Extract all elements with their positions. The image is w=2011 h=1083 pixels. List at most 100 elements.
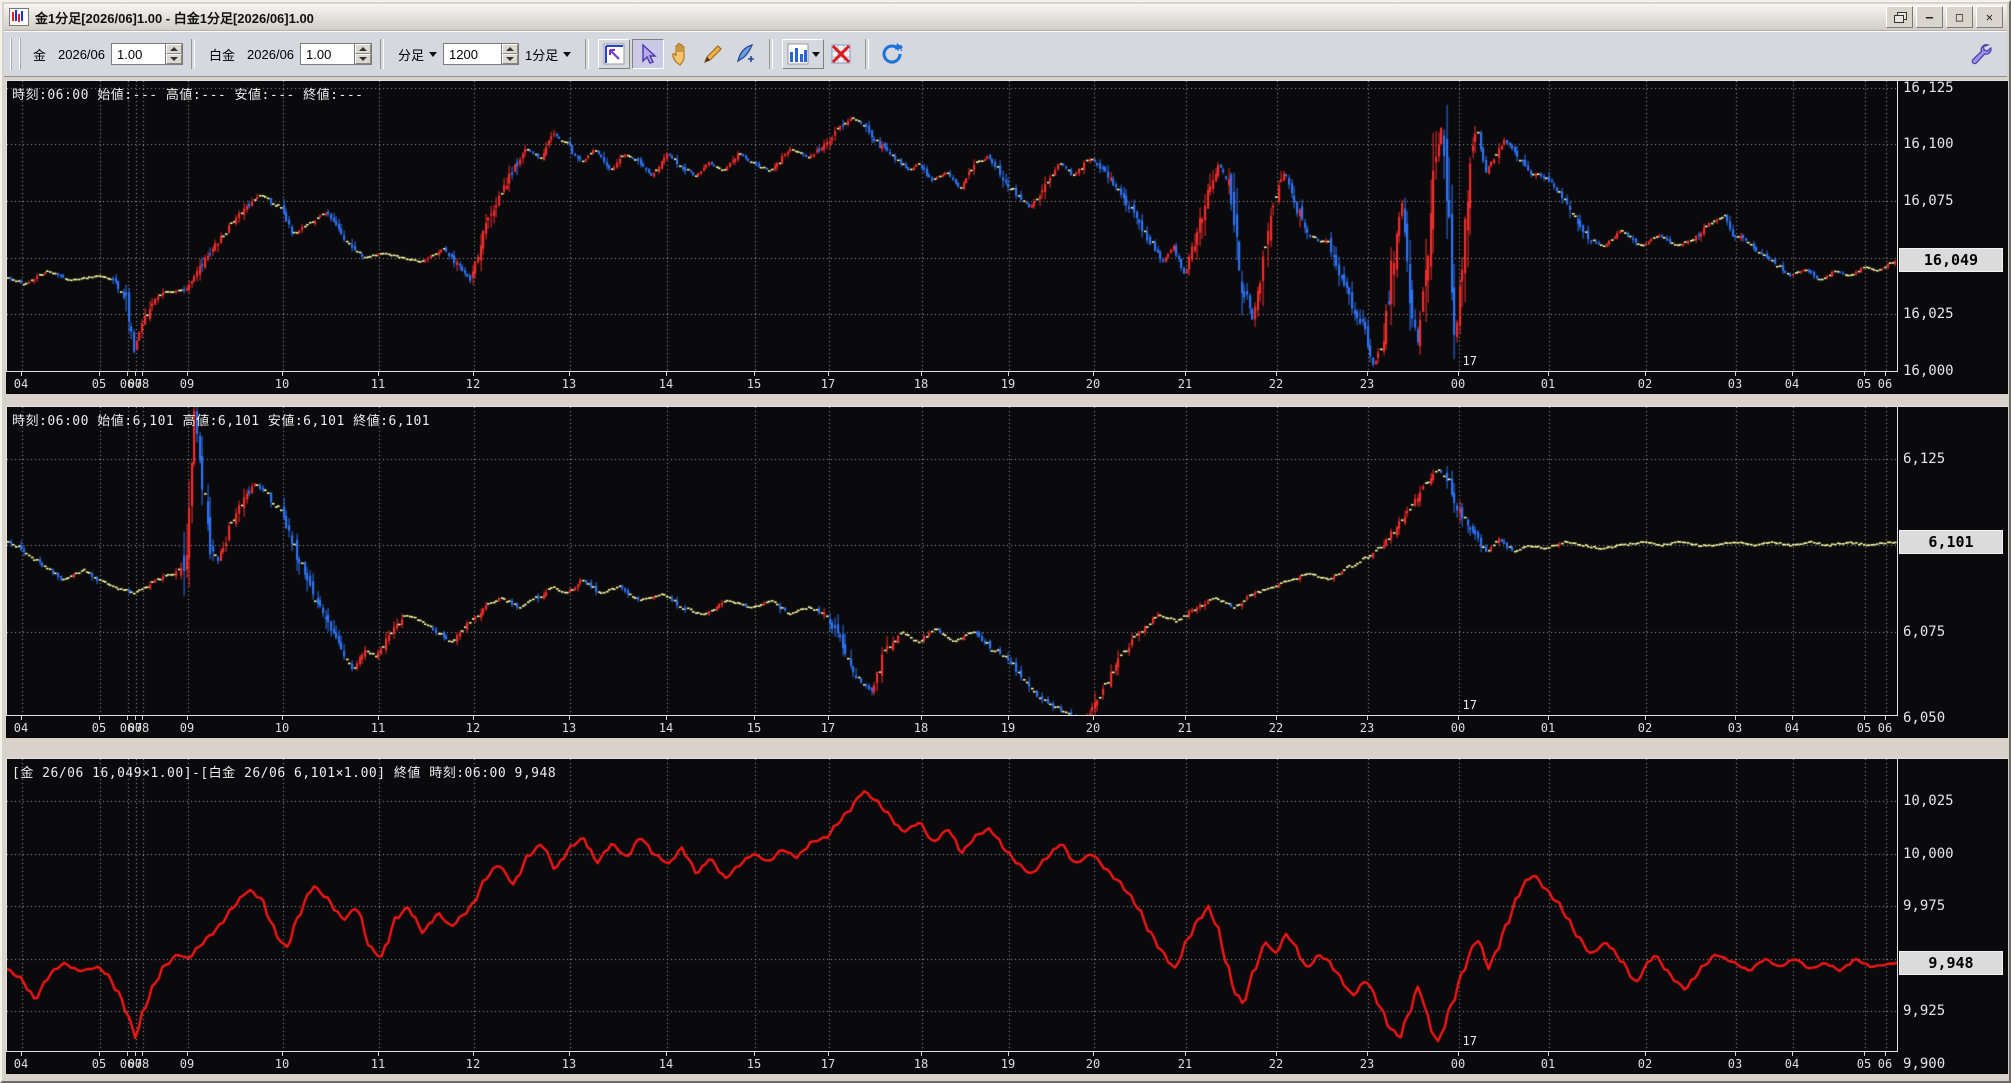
stepper-up-button[interactable] — [502, 44, 519, 54]
y-axis-label: 10,000 — [1903, 845, 1954, 862]
delete-chart-button[interactable] — [826, 40, 856, 68]
x-axis-label: 08 — [134, 721, 150, 735]
gold-candlestick-canvas[interactable] — [7, 81, 1897, 371]
bar-type-dropdown[interactable]: 分足 — [398, 45, 438, 64]
x-axis-tick — [135, 372, 136, 376]
spread-y-axis: 9,948 10,02510,0009,9759,9509,9259,900 — [1898, 758, 2009, 1074]
x-axis-label: 01 — [1540, 377, 1556, 391]
x-axis-label: 06 — [1877, 1057, 1893, 1071]
x-axis-label: 05 — [1856, 1057, 1872, 1071]
chevron-down-icon — [811, 51, 820, 57]
axis-scale-icon — [603, 43, 625, 65]
chart-style-dropdown-button[interactable] — [782, 39, 825, 69]
x-axis-label: 04 — [1784, 377, 1800, 391]
x-axis-label: 20 — [1085, 377, 1101, 391]
cursor-tool-button[interactable] — [632, 39, 665, 69]
x-axis-label: 02 — [1637, 377, 1653, 391]
toolbar-grip[interactable] — [10, 38, 21, 70]
panel-splitter[interactable] — [6, 738, 2009, 758]
maximize-icon[interactable]: □ — [1946, 6, 1973, 28]
x-axis-tick — [921, 372, 922, 376]
delete-chart-icon — [831, 44, 851, 64]
stepper-down-button[interactable] — [502, 54, 519, 64]
hand-pan-button[interactable] — [666, 40, 696, 68]
stepper-up-button[interactable] — [166, 44, 183, 54]
x-axis-tick — [21, 1052, 22, 1056]
x-axis-label: 10 — [274, 377, 290, 391]
x-axis-tick — [142, 372, 143, 376]
bar-count-input[interactable]: 1200 — [443, 43, 502, 65]
gold-plot-area[interactable]: 時刻:06:00 始値:--- 高値:--- 安値:--- 終値:--- 17 — [6, 80, 1898, 372]
close-icon[interactable]: ✕ — [1976, 6, 2003, 28]
x-axis-label: 20 — [1085, 721, 1101, 735]
restore-window-icon[interactable] — [1886, 6, 1913, 28]
platinum-multiplier-input[interactable]: 1.00 — [300, 43, 355, 65]
platinum-plot-area[interactable]: 時刻:06:00 始値:6,101 高値:6,101 安値:6,101 終値:6… — [6, 406, 1898, 716]
x-axis-tick — [666, 1052, 667, 1056]
stepper-down-button[interactable] — [355, 54, 372, 64]
x-axis-tick — [569, 372, 570, 376]
minimize-icon[interactable]: – — [1916, 6, 1943, 28]
x-axis-tick — [282, 372, 283, 376]
pen-anchor-button[interactable] — [730, 40, 760, 68]
spread-plot-area[interactable]: [金 26/06 16,049×1.00]-[白金 26/06 6,101×1.… — [6, 758, 1898, 1052]
wrench-settings-icon — [1971, 43, 1992, 64]
stepper-up-button[interactable] — [355, 44, 372, 54]
x-axis-tick — [754, 372, 755, 376]
axis-scale-button[interactable] — [598, 39, 631, 69]
wrench-settings-button[interactable] — [1967, 40, 1993, 69]
x-axis-tick — [1885, 716, 1886, 720]
x-axis-label: 00 — [1450, 1057, 1466, 1071]
x-axis-tick — [282, 716, 283, 720]
gold-y-axis: 16,049 16,12516,10016,07516,05016,02516,… — [1898, 80, 2009, 394]
x-axis-tick — [921, 716, 922, 720]
x-axis-tick — [1458, 1052, 1459, 1056]
x-axis-tick — [142, 1052, 143, 1056]
x-axis-tick — [473, 1052, 474, 1056]
x-axis-tick — [666, 716, 667, 720]
x-axis-tick — [282, 1052, 283, 1056]
panel-splitter[interactable] — [6, 394, 2009, 406]
refresh-button[interactable]: R — [878, 40, 908, 68]
x-axis-tick — [828, 716, 829, 720]
gold-multiplier-input[interactable]: 1.00 — [111, 43, 166, 65]
y-axis-label: 16,100 — [1903, 136, 1954, 153]
x-axis-label: 20 — [1085, 1057, 1101, 1071]
x-axis-tick — [666, 372, 667, 376]
x-axis-tick — [99, 716, 100, 720]
x-axis-tick — [1792, 372, 1793, 376]
chart-window: 金1分足[2026/06]1.00 - 白金1分足[2026/06]1.00 –… — [0, 0, 2011, 1083]
spread-last-price-badge: 9,948 — [1899, 950, 2003, 975]
stepper-down-button[interactable] — [166, 54, 183, 64]
x-axis-tick — [1458, 372, 1459, 376]
hand-pan-icon — [672, 42, 685, 66]
pencil-draw-button[interactable] — [698, 40, 728, 68]
x-axis-tick — [1548, 1052, 1549, 1056]
x-axis-tick — [828, 372, 829, 376]
x-axis-label: 00 — [1450, 721, 1466, 735]
x-axis-tick — [142, 716, 143, 720]
x-axis-label: 04 — [13, 721, 29, 735]
y-axis-label: 16,000 — [1903, 363, 1954, 379]
x-axis-tick — [99, 372, 100, 376]
title-bar[interactable]: 金1分足[2026/06]1.00 - 白金1分足[2026/06]1.00 –… — [4, 4, 2007, 31]
y-axis-label: 16,075 — [1903, 193, 1954, 210]
x-axis-label: 03 — [1727, 1057, 1743, 1071]
spread-line-canvas[interactable] — [7, 759, 1897, 1051]
x-axis-tick — [1645, 716, 1646, 720]
x-axis-label: 01 — [1540, 721, 1556, 735]
interval-dropdown[interactable]: 1分足 — [525, 45, 572, 64]
gold-last-price-badge: 16,049 — [1899, 247, 2003, 272]
x-axis-label: 12 — [465, 1057, 481, 1071]
x-axis-label: 12 — [465, 377, 481, 391]
x-axis-label: 02 — [1637, 1057, 1653, 1071]
x-axis-tick — [127, 1052, 128, 1056]
platinum-candlestick-canvas[interactable] — [7, 407, 1897, 715]
x-axis-tick — [1735, 372, 1736, 376]
x-axis-label: 09 — [179, 377, 195, 391]
x-axis-label: 09 — [179, 1057, 195, 1071]
x-axis-tick — [473, 372, 474, 376]
x-axis-label: 22 — [1268, 1057, 1284, 1071]
x-axis-tick — [1185, 372, 1186, 376]
y-axis-label: 16,025 — [1903, 306, 1954, 323]
